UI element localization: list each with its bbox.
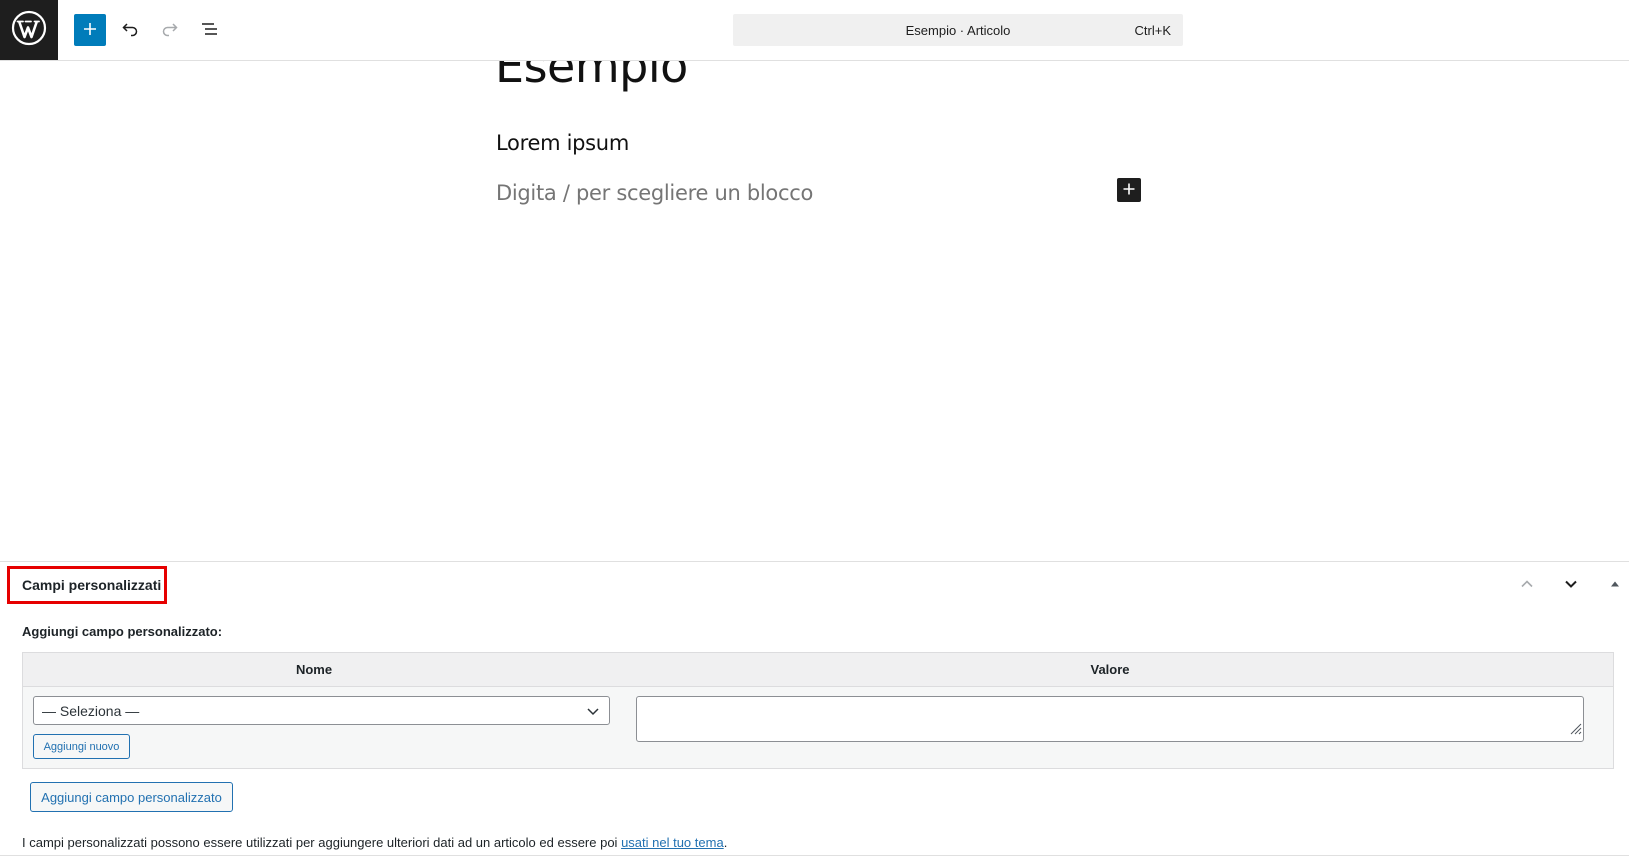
metabox-title-highlight: Campi personalizzati — [7, 566, 167, 604]
add-new-key-button[interactable]: Aggiungi nuovo — [33, 734, 130, 759]
block-inserter-toggle[interactable] — [74, 14, 106, 46]
undo-button[interactable] — [114, 14, 146, 46]
metabox-header: Campi personalizzati — [0, 562, 1629, 608]
triangle-up-icon — [1609, 578, 1621, 593]
post-title[interactable]: Esempio — [495, 61, 688, 93]
chevron-down-icon — [585, 703, 601, 724]
editor-canvas: Esempio Lorem ipsum Digita / per sceglie… — [0, 61, 1629, 561]
meta-value-textarea[interactable] — [636, 696, 1584, 742]
add-custom-field-label: Aggiungi campo personalizzato: — [22, 624, 223, 639]
inline-block-inserter-button[interactable] — [1117, 178, 1141, 202]
theme-docs-link[interactable]: usati nel tuo tema — [621, 835, 724, 850]
block-placeholder[interactable]: Digita / per scegliere un blocco — [496, 181, 813, 205]
add-custom-field-button[interactable]: Aggiungi campo personalizzato — [30, 782, 233, 812]
move-up-button[interactable] — [1513, 571, 1541, 599]
command-palette-button[interactable]: Esempio · Articolo Ctrl+K — [733, 14, 1183, 46]
custom-fields-metabox: Campi personalizzati Aggiungi campo pers… — [0, 561, 1629, 856]
table-header: Nome Valore — [23, 653, 1613, 687]
plus-icon — [1122, 182, 1136, 199]
chevron-down-icon — [1563, 576, 1579, 595]
paragraph-block[interactable]: Lorem ipsum — [496, 131, 629, 155]
custom-field-table: Nome Valore — Seleziona — Aggiungi nuovo — [22, 652, 1614, 769]
chevron-up-icon — [1519, 576, 1535, 595]
list-view-button[interactable] — [194, 14, 226, 46]
move-down-button[interactable] — [1557, 571, 1585, 599]
keyboard-shortcut-hint: Ctrl+K — [1134, 22, 1171, 38]
wordpress-logo-icon — [11, 10, 47, 51]
select-value: — Seleziona — — [42, 702, 140, 719]
editor-header: Esempio · Articolo Ctrl+K — [0, 0, 1629, 61]
resize-handle-icon[interactable] — [1568, 721, 1582, 740]
wordpress-logo-button[interactable] — [0, 0, 58, 60]
redo-icon — [160, 19, 180, 42]
column-header-value: Valore — [1090, 662, 1130, 677]
undo-icon — [120, 19, 140, 42]
plus-icon — [82, 21, 98, 40]
metabox-title: Campi personalizzati — [22, 577, 162, 593]
meta-key-select[interactable]: — Seleziona — — [33, 696, 610, 725]
help-text-end: . — [723, 835, 728, 850]
list-view-icon — [200, 19, 220, 42]
help-text-start: I campi personalizzati possono essere ut… — [22, 835, 622, 850]
redo-button[interactable] — [154, 14, 186, 46]
toggle-panel-button[interactable] — [1601, 571, 1629, 599]
document-title: Esempio · Articolo — [905, 22, 1011, 38]
column-header-name: Nome — [295, 662, 333, 677]
custom-fields-help-text: I campi personalizzati possono essere ut… — [22, 835, 727, 850]
block-editor: Esempio · Articolo Ctrl+K Esempio Lorem … — [0, 0, 1629, 861]
